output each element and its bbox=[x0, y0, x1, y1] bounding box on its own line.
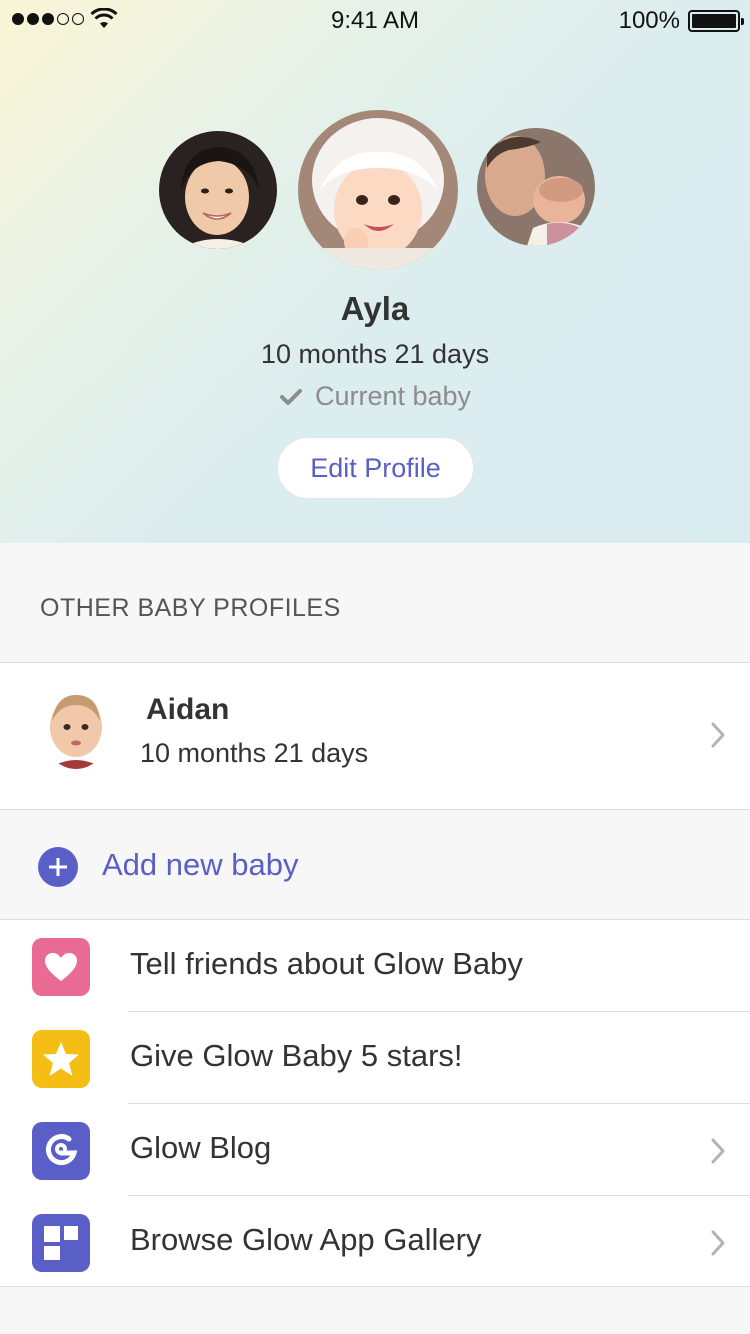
checkmark-icon bbox=[279, 388, 302, 405]
menu-item-glow-blog[interactable]: Glow Blog bbox=[0, 1104, 750, 1196]
battery-icon bbox=[688, 10, 744, 32]
add-new-baby-button[interactable]: Add new baby bbox=[0, 811, 750, 919]
current-baby-avatar[interactable] bbox=[298, 110, 458, 270]
edit-profile-button[interactable]: Edit Profile bbox=[277, 437, 474, 499]
menu-item-label: Browse Glow App Gallery bbox=[130, 1222, 482, 1257]
menu-item-rate-app[interactable]: Give Glow Baby 5 stars! bbox=[0, 1012, 750, 1104]
settings-menu: Tell friends about Glow Baby Give Glow B… bbox=[0, 919, 750, 1287]
chevron-right-icon bbox=[711, 722, 725, 748]
baby-profile-row[interactable]: Aidan 10 months 21 days bbox=[0, 662, 750, 810]
heart-icon bbox=[32, 938, 90, 996]
current-baby-label: Current baby bbox=[314, 381, 472, 411]
menu-item-tell-friends[interactable]: Tell friends about Glow Baby bbox=[0, 920, 750, 1012]
parent-with-newborn-avatar[interactable] bbox=[477, 128, 595, 246]
star-icon bbox=[32, 1030, 90, 1088]
menu-item-app-gallery[interactable]: Browse Glow App Gallery bbox=[0, 1196, 750, 1288]
current-baby-indicator: Current baby bbox=[0, 381, 750, 412]
baby-avatar bbox=[42, 691, 110, 769]
plus-circle-icon bbox=[38, 847, 78, 887]
current-baby-name: Ayla bbox=[340, 290, 410, 327]
add-new-baby-label: Add new baby bbox=[102, 847, 299, 882]
battery-percentage: 100% bbox=[618, 7, 680, 34]
app-gallery-icon bbox=[32, 1214, 90, 1272]
chevron-right-icon bbox=[711, 1230, 725, 1256]
glow-logo-icon bbox=[32, 1122, 90, 1180]
baby-name: Aidan bbox=[146, 693, 230, 726]
menu-item-label: Give Glow Baby 5 stars! bbox=[130, 1038, 463, 1073]
menu-item-label: Tell friends about Glow Baby bbox=[130, 946, 523, 981]
profile-header: 9:41 AM 100% Ayla 10 months 21 days Curr… bbox=[0, 0, 750, 543]
parent-avatar[interactable] bbox=[159, 131, 277, 249]
chevron-right-icon bbox=[711, 1138, 725, 1164]
section-title-other-profiles: OTHER BABY PROFILES bbox=[40, 594, 341, 622]
baby-age: 10 months 21 days bbox=[140, 738, 369, 768]
menu-item-label: Glow Blog bbox=[130, 1130, 272, 1165]
current-baby-age: 10 months 21 days bbox=[260, 339, 490, 369]
status-bar: 9:41 AM 100% bbox=[0, 0, 750, 40]
